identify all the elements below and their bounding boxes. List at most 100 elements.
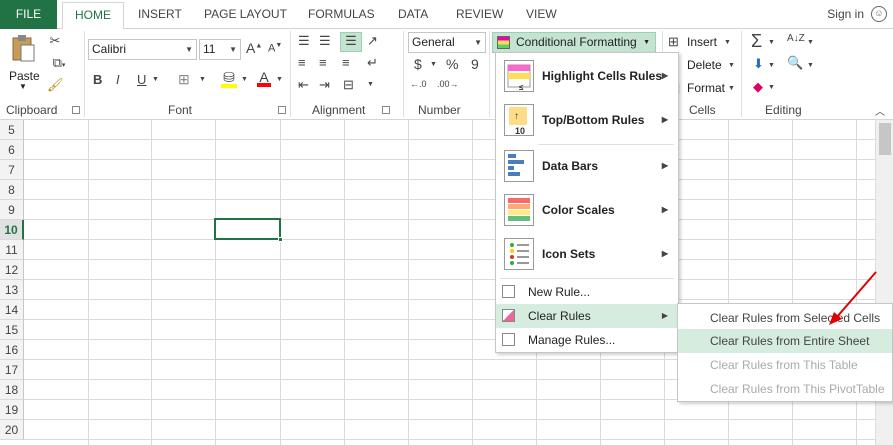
menu-item-clear-rules[interactable]: Clear Rules ▶ xyxy=(496,304,678,328)
orientation-icon[interactable]: ↗ xyxy=(367,33,378,49)
tab-view[interactable]: VIEW xyxy=(526,5,557,24)
active-cell[interactable] xyxy=(214,218,283,242)
conditional-formatting-button[interactable]: Conditional Formatting ▼ xyxy=(492,32,656,53)
feedback-smiley-icon[interactable]: ☺ xyxy=(871,6,887,22)
paste-icon[interactable] xyxy=(10,34,36,64)
find-select-icon[interactable]: 🔍 xyxy=(787,55,803,71)
sort-filter-icon[interactable]: A↓Z xyxy=(787,33,805,44)
font-launcher-icon[interactable] xyxy=(278,106,286,114)
decrease-indent-icon[interactable]: ⇤ xyxy=(298,77,309,93)
tab-data[interactable]: DATA xyxy=(398,5,428,24)
merge-center-icon[interactable]: ⊟ xyxy=(343,77,354,93)
bold-button[interactable]: B xyxy=(93,72,102,87)
menu-item-icon-sets[interactable]: Icon Sets ▶ xyxy=(496,233,678,277)
menu-item-color-scales[interactable]: Color Scales ▶ xyxy=(496,189,678,233)
align-bottom-icon[interactable]: ☰ xyxy=(340,32,362,52)
borders-icon[interactable]: ⊞ xyxy=(178,71,190,88)
delete-dropdown-icon[interactable]: ▼ xyxy=(728,62,735,69)
copy-icon[interactable]: ⧉▾ xyxy=(47,55,71,71)
clear-icon[interactable]: ◆ xyxy=(753,79,763,95)
menu-item-top-bottom-rules[interactable]: ↑ 10 Top/Bottom Rules ▶ xyxy=(496,99,678,143)
row-header[interactable]: 18 xyxy=(0,380,24,400)
menu-item-data-bars[interactable]: Data Bars ▶ xyxy=(496,145,678,189)
tab-file[interactable]: FILE xyxy=(0,0,57,29)
number-format-combo[interactable]: General ▼ xyxy=(408,32,486,53)
tab-formulas[interactable]: FORMULAS xyxy=(308,5,375,24)
tab-review[interactable]: REVIEW xyxy=(456,5,503,24)
comma-button[interactable]: 9 xyxy=(471,56,479,72)
font-color-icon[interactable]: A xyxy=(257,69,271,87)
row-header[interactable]: 12 xyxy=(0,260,24,280)
row-header[interactable]: 11 xyxy=(0,240,24,260)
submenu-item-clear-selected-cells[interactable]: Clear Rules from Selected Cells xyxy=(678,306,892,330)
row-header[interactable]: 10 xyxy=(0,220,24,240)
align-middle-icon[interactable]: ☰ xyxy=(319,33,331,49)
row-header[interactable]: 14 xyxy=(0,300,24,320)
clear-dropdown-icon[interactable]: ▼ xyxy=(768,84,775,91)
borders-dropdown-icon[interactable]: ▼ xyxy=(199,76,206,83)
tab-home[interactable]: HOME xyxy=(62,2,124,30)
fill-handle[interactable] xyxy=(278,237,283,242)
row-header[interactable]: 16 xyxy=(0,340,24,360)
menu-item-manage-rules[interactable]: Manage Rules... xyxy=(496,328,678,352)
row-header[interactable]: 20 xyxy=(0,420,24,440)
menu-item-new-rule[interactable]: New Rule... xyxy=(496,280,678,304)
underline-button[interactable]: U xyxy=(137,72,146,87)
find-select-dropdown-icon[interactable]: ▼ xyxy=(807,62,814,69)
font-size-combo[interactable]: 11 ▼ xyxy=(199,39,241,60)
currency-button[interactable]: $ xyxy=(414,56,422,72)
row-header[interactable]: 13 xyxy=(0,280,24,300)
scrollbar-thumb[interactable] xyxy=(879,123,891,155)
align-center-icon[interactable]: ≡ xyxy=(319,55,327,70)
menu-item-highlight-cells-rules[interactable]: ≤ Highlight Cells Rules ▶ xyxy=(496,55,678,99)
row-header[interactable]: 5 xyxy=(0,120,24,140)
tab-page-layout[interactable]: PAGE LAYOUT xyxy=(204,5,287,24)
paste-button[interactable]: Paste xyxy=(9,69,40,83)
increase-decimal-icon[interactable]: ←.0 xyxy=(410,79,427,89)
insert-dropdown-icon[interactable]: ▼ xyxy=(724,39,731,46)
underline-dropdown-icon[interactable]: ▼ xyxy=(152,76,159,83)
cut-icon[interactable]: ✂ xyxy=(47,33,63,49)
row-header[interactable]: 19 xyxy=(0,400,24,420)
insert-cells-button[interactable]: Insert xyxy=(687,35,717,49)
align-left-icon[interactable]: ≡ xyxy=(298,55,306,70)
insert-cells-icon[interactable]: ⊞ xyxy=(668,34,679,50)
align-right-icon[interactable]: ≡ xyxy=(342,55,350,70)
tab-insert[interactable]: INSERT xyxy=(138,5,182,24)
row-header[interactable]: 17 xyxy=(0,360,24,380)
format-painter-icon[interactable]: 🖌 xyxy=(47,77,64,93)
percent-button[interactable]: % xyxy=(446,56,458,72)
shrink-font-button[interactable]: A▼ xyxy=(268,42,282,55)
sign-in-link[interactable]: Sign in xyxy=(827,7,864,21)
fill-color-icon[interactable]: ⛁ xyxy=(221,69,237,88)
row-header[interactable]: 6 xyxy=(0,140,24,160)
format-cells-button[interactable]: Format xyxy=(687,81,725,95)
row-header[interactable]: 8 xyxy=(0,180,24,200)
fill-dropdown-icon[interactable]: ▼ xyxy=(768,62,775,69)
paste-dropdown-icon[interactable]: ▼ xyxy=(19,82,27,91)
fill-icon[interactable]: ⬇ xyxy=(753,56,764,72)
autosum-icon[interactable]: Σ xyxy=(751,31,762,52)
alignment-launcher-icon[interactable] xyxy=(382,106,390,114)
increase-indent-icon[interactable]: ⇥ xyxy=(319,77,330,93)
wrap-text-icon[interactable]: ↵ xyxy=(367,55,378,71)
autosum-dropdown-icon[interactable]: ▼ xyxy=(768,39,775,46)
row-header[interactable]: 7 xyxy=(0,160,24,180)
clipboard-launcher-icon[interactable] xyxy=(72,106,80,114)
grow-font-button[interactable]: A▲ xyxy=(246,40,262,56)
row-header[interactable]: 9 xyxy=(0,200,24,220)
collapse-ribbon-icon[interactable]: ︿ xyxy=(875,103,885,118)
fill-color-dropdown-icon[interactable]: ▼ xyxy=(241,76,248,83)
sort-filter-dropdown-icon[interactable]: ▼ xyxy=(807,39,814,46)
merge-dropdown-icon[interactable]: ▼ xyxy=(367,81,374,88)
align-top-icon[interactable]: ☰ xyxy=(298,33,310,49)
delete-cells-button[interactable]: Delete xyxy=(687,58,722,72)
row-header[interactable]: 15 xyxy=(0,320,24,340)
format-dropdown-icon[interactable]: ▼ xyxy=(728,85,735,92)
currency-dropdown-icon[interactable]: ▼ xyxy=(430,61,437,68)
italic-button[interactable]: I xyxy=(116,72,120,87)
decrease-decimal-icon[interactable]: .00→ xyxy=(437,79,459,89)
font-name-combo[interactable]: Calibri ▼ xyxy=(88,39,197,60)
submenu-item-clear-entire-sheet[interactable]: Clear Rules from Entire Sheet xyxy=(678,329,892,353)
font-color-dropdown-icon[interactable]: ▼ xyxy=(276,76,283,83)
